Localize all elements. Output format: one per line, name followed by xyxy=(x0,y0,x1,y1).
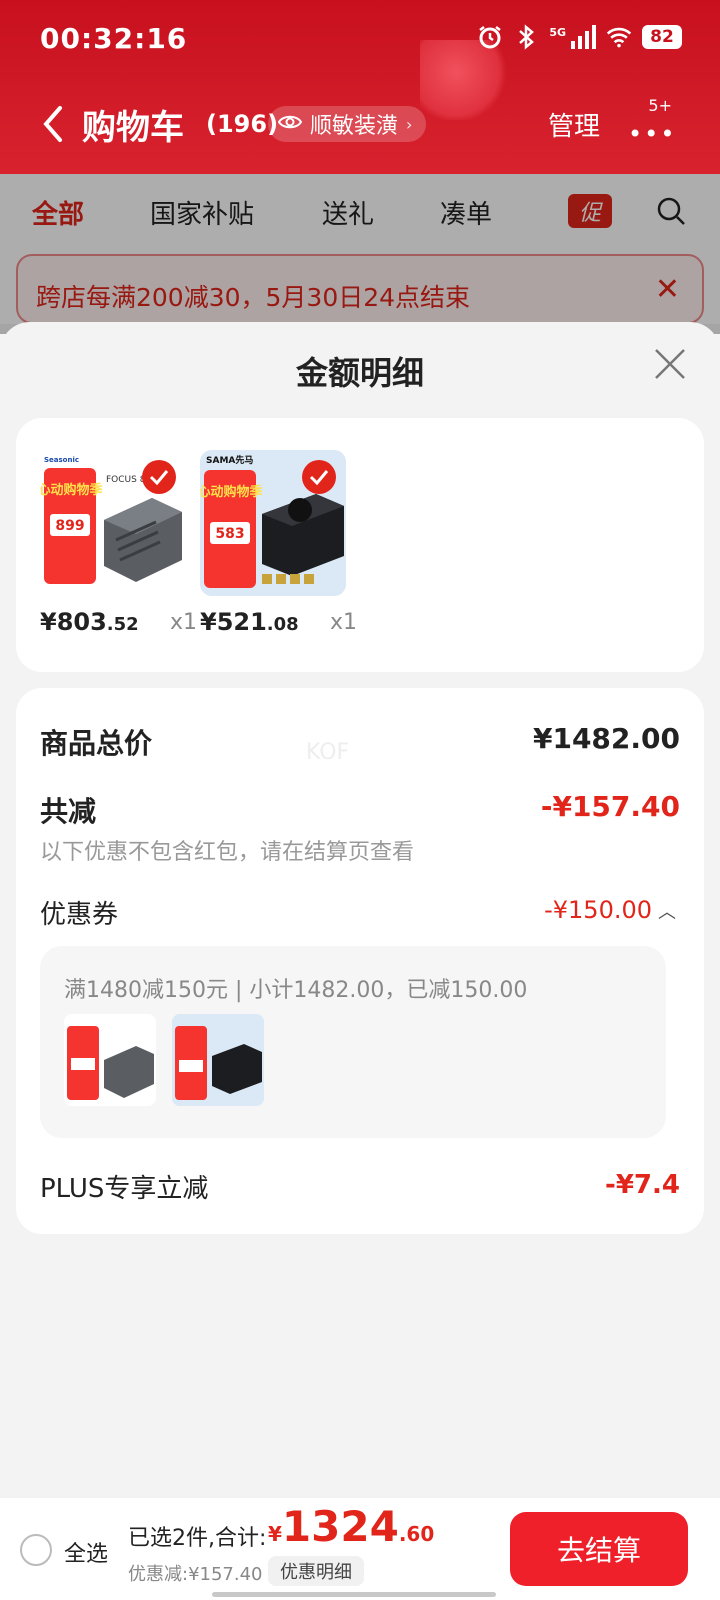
status-icons: 5G 82 xyxy=(477,24,682,50)
goods-total-label: 商品总价 xyxy=(40,727,153,760)
home-indicator xyxy=(212,1592,496,1597)
coupon-desc: 满1480减150元 | 小计1482.00，已减150.00 xyxy=(64,978,528,1003)
plus-discount-value: -¥7.4 xyxy=(605,1170,680,1200)
product-image: 583 心动购物季 SAMA先马 xyxy=(200,450,346,596)
product-item[interactable]: 899 心动购物季 Seasonic FOCUS 850W ¥803.52 x1 xyxy=(40,450,197,636)
wifi-icon xyxy=(606,24,632,50)
status-time: 00:32:16 xyxy=(40,22,188,55)
address-chip[interactable]: 顺敏装潢 › xyxy=(268,106,427,142)
select-all-label[interactable]: 全选 xyxy=(64,1536,108,1568)
product-qty: x1 xyxy=(170,610,198,635)
total-price: ¥1324.60 xyxy=(268,1502,435,1551)
plus-discount-label: PLUS专享立减 xyxy=(40,1174,209,1204)
discount-detail-button[interactable]: 优惠明细 xyxy=(268,1556,364,1586)
modal-overlay[interactable] xyxy=(0,174,720,334)
price-summary-card: 商品总价 KOF ¥1482.00 共减 -¥157.40 以下优惠不包含红包，… xyxy=(16,688,704,1234)
check-icon xyxy=(302,460,336,494)
more-button[interactable]: 5+ ••• xyxy=(628,96,677,148)
signal-icon xyxy=(570,24,596,50)
checkout-button[interactable]: 去结算 xyxy=(510,1512,688,1586)
alarm-icon xyxy=(477,24,503,50)
coupon-value: -¥150.00 xyxy=(544,896,652,924)
eye-icon xyxy=(277,112,303,137)
total-discount-label: 共减 xyxy=(40,795,97,828)
nav-row: 购物车 (196) 顺敏装潢 › 管理 5+ ••• xyxy=(0,96,720,156)
product-brand: SAMA先马 xyxy=(206,454,253,466)
product-price: ¥803.52 xyxy=(40,608,139,636)
chevron-up-icon: ︿ xyxy=(658,902,676,923)
sheet-title: 金额明细 xyxy=(295,354,424,392)
total-discount-value: -¥157.40 xyxy=(540,790,680,823)
chevron-right-icon: › xyxy=(406,114,413,134)
checkout-bar: 全选 已选2件,合计: ¥1324.60 优惠减:¥157.40 优惠明细 去结… xyxy=(0,1498,720,1600)
promo-price: 583 xyxy=(215,526,244,542)
coupon-product-thumb xyxy=(64,1014,156,1106)
battery-level: 82 xyxy=(642,25,682,49)
top-header: 00:32:16 5G 82 购物车 (196) 顺敏装潢 › 管理 5+ ••… xyxy=(0,0,720,174)
product-badge: 心动购物季 xyxy=(40,482,103,498)
network-label: 5G xyxy=(549,25,566,39)
product-item[interactable]: 583 心动购物季 SAMA先马 ¥521.08 x1 xyxy=(200,450,357,636)
discount-summary: 优惠减:¥157.40 xyxy=(128,1564,263,1585)
select-all-checkbox[interactable] xyxy=(20,1534,52,1566)
product-brand: Seasonic xyxy=(44,456,79,464)
discount-note: 以下优惠不包含红包，请在结算页查看 xyxy=(40,840,415,865)
close-icon[interactable] xyxy=(652,346,688,382)
page-title: 购物车 xyxy=(82,108,184,148)
watermark: KOF xyxy=(306,740,350,765)
selected-summary: 已选2件,合计: xyxy=(128,1526,267,1551)
coupon-value-row[interactable]: -¥150.00 ︿ xyxy=(544,896,676,924)
product-price: ¥521.08 xyxy=(200,608,299,636)
product-image: 899 心动购物季 Seasonic FOCUS 850W xyxy=(40,450,186,596)
bluetooth-icon xyxy=(513,24,539,50)
coupon-detail-box: 满1480减150元 | 小计1482.00，已减150.00 xyxy=(40,946,666,1138)
product-qty: x1 xyxy=(330,610,358,635)
goods-total-value: ¥1482.00 xyxy=(532,722,680,755)
back-icon[interactable] xyxy=(38,104,68,144)
check-icon xyxy=(142,460,176,494)
address-label: 顺敏装潢 xyxy=(310,114,399,139)
coupon-label: 优惠券 xyxy=(40,900,119,930)
products-card: 899 心动购物季 Seasonic FOCUS 850W ¥803.52 x1 xyxy=(16,418,704,672)
amount-detail-sheet: 金额明细 899 心动购物季 Seasonic FOCUS 850W ¥803.… xyxy=(0,322,720,1600)
coupon-product-thumb xyxy=(172,1014,264,1106)
manage-button[interactable]: 管理 xyxy=(548,106,600,143)
product-badge: 心动购物季 xyxy=(200,484,263,500)
more-dots-icon: ••• xyxy=(628,120,677,148)
more-badge: 5+ xyxy=(648,96,672,115)
promo-price: 899 xyxy=(55,518,84,534)
